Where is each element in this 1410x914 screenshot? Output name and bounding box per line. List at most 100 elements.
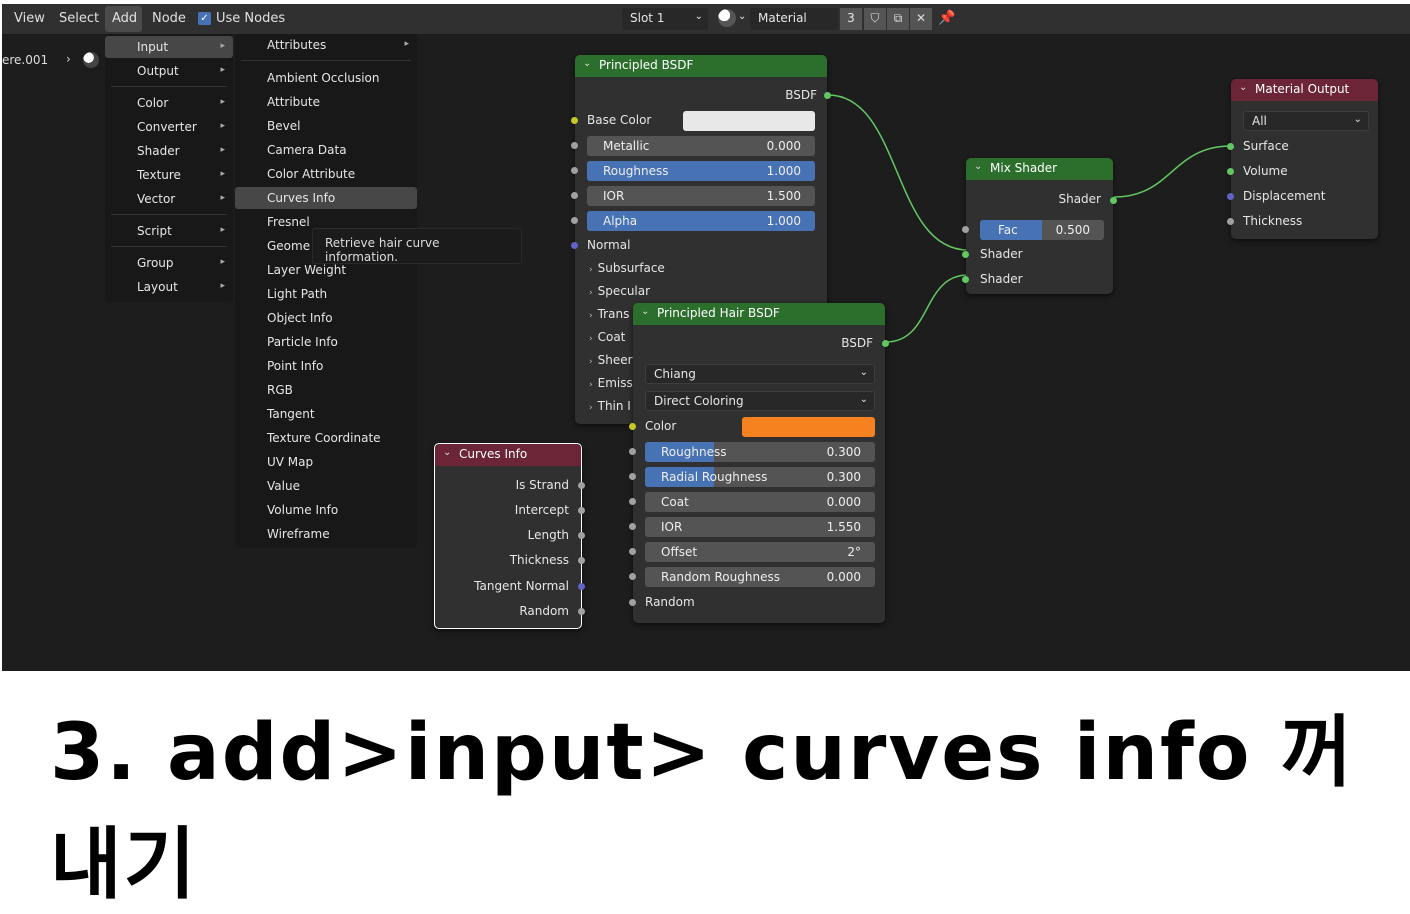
menu-item-particle-info[interactable]: Particle Info: [235, 331, 417, 353]
menu-item-object-info[interactable]: Object Info: [235, 307, 417, 329]
menu-item-label: Input: [137, 40, 169, 54]
menu-item-texture[interactable]: Texture ▸: [105, 164, 233, 186]
menu-item-camera-data[interactable]: Camera Data: [235, 139, 417, 161]
output-socket[interactable]: [578, 507, 585, 514]
collapse-icon[interactable]: ⌄: [974, 161, 982, 172]
menu-item-attributes[interactable]: Attributes ▸: [235, 34, 417, 56]
input-socket[interactable]: [1227, 218, 1234, 225]
coat-field[interactable]: Coat 0.000: [645, 492, 875, 512]
menu-item-vector[interactable]: Vector ▸: [105, 188, 233, 210]
node-header[interactable]: ⌄ Principled Hair BSDF: [633, 303, 885, 325]
target-dropdown[interactable]: All ⌄: [1243, 111, 1369, 131]
panel-thin-film[interactable]: › Thin I: [589, 399, 631, 413]
collapse-icon[interactable]: ⌄: [583, 58, 591, 69]
parametrization-dropdown[interactable]: Direct Coloring ⌄: [645, 391, 875, 411]
output-socket[interactable]: [1110, 197, 1117, 204]
principled-hair-bsdf-node[interactable]: ⌄ Principled Hair BSDF BSDF Chiang ⌄ Dir…: [629, 303, 889, 623]
menu-item-color-attribute[interactable]: Color Attribute: [235, 163, 417, 185]
output-socket[interactable]: [578, 532, 585, 539]
output-thickness-label: Thickness: [509, 553, 569, 567]
output-socket[interactable]: [824, 92, 831, 99]
menu-item-output[interactable]: Output ▸: [105, 60, 233, 82]
menu-item-group[interactable]: Group ▸: [105, 252, 233, 274]
output-socket[interactable]: [882, 340, 889, 347]
node-editor[interactable]: View Select Add Node ✓ Use Nodes Slot 1 …: [2, 4, 1410, 671]
menu-item-wireframe[interactable]: Wireframe: [235, 523, 417, 545]
output-socket[interactable]: [578, 482, 585, 489]
panel-coat[interactable]: › Coat: [589, 330, 625, 344]
menu-item-tangent[interactable]: Tangent: [235, 403, 417, 425]
ior-field[interactable]: IOR 1.500: [587, 186, 815, 206]
input-socket[interactable]: [962, 251, 969, 258]
collapse-icon[interactable]: ⌄: [1239, 82, 1247, 93]
menu-item-light-path[interactable]: Light Path: [235, 283, 417, 305]
menu-item-input[interactable]: Input ▸: [105, 36, 233, 58]
input-socket[interactable]: [962, 276, 969, 283]
hair-color-swatch[interactable]: [742, 417, 875, 437]
menu-item-color[interactable]: Color ▸: [105, 92, 233, 114]
menu-item-texture-coordinate[interactable]: Texture Coordinate: [235, 427, 417, 449]
input-socket[interactable]: [629, 599, 636, 606]
panel-sheen[interactable]: › Sheer: [589, 353, 633, 367]
model-dropdown[interactable]: Chiang ⌄: [645, 364, 875, 384]
menu-item-volume-info[interactable]: Volume Info: [235, 499, 417, 521]
node-header[interactable]: ⌄ Curves Info: [435, 444, 581, 466]
input-socket[interactable]: [571, 167, 578, 174]
ior-field[interactable]: IOR 1.550: [645, 517, 875, 537]
menu-item-point-info[interactable]: Point Info: [235, 355, 417, 377]
menu-item-script[interactable]: Script ▸: [105, 220, 233, 242]
input-socket[interactable]: [1227, 193, 1234, 200]
menu-item-curves-info[interactable]: Curves Info: [235, 187, 417, 209]
menu-item-layout[interactable]: Layout ▸: [105, 276, 233, 298]
menu-item-rgb[interactable]: RGB: [235, 379, 417, 401]
input-socket[interactable]: [629, 498, 636, 505]
input-socket[interactable]: [1227, 143, 1234, 150]
input-socket[interactable]: [571, 242, 578, 249]
menu-item-uv-map[interactable]: UV Map: [235, 451, 417, 473]
node-header[interactable]: ⌄ Principled BSDF: [575, 55, 827, 77]
menu-item-converter[interactable]: Converter ▸: [105, 116, 233, 138]
output-socket[interactable]: [578, 583, 585, 590]
output-socket[interactable]: [578, 608, 585, 615]
input-socket[interactable]: [571, 117, 578, 124]
panel-specular[interactable]: › Specular: [589, 284, 650, 298]
input-socket[interactable]: [629, 473, 636, 480]
metallic-field[interactable]: Metallic 0.000: [587, 136, 815, 156]
panel-subsurface[interactable]: › Subsurface: [589, 261, 665, 275]
menu-item-attribute[interactable]: Attribute: [235, 91, 417, 113]
input-socket[interactable]: [629, 523, 636, 530]
collapse-icon[interactable]: ⌄: [641, 306, 649, 317]
random-roughness-field[interactable]: Random Roughness 0.000: [645, 567, 875, 587]
input-socket[interactable]: [571, 192, 578, 199]
panel-transmission[interactable]: › Trans: [589, 307, 629, 321]
output-socket[interactable]: [578, 557, 585, 564]
alpha-field[interactable]: Alpha 1.000: [587, 211, 815, 231]
input-socket[interactable]: [1227, 168, 1234, 175]
material-output-node[interactable]: ⌄ Material Output All ⌄ Surface Volume D…: [1227, 79, 1378, 239]
curves-info-node[interactable]: ⌄ Curves Info Is Strand Intercept Length…: [434, 443, 585, 629]
input-socket[interactable]: [629, 423, 636, 430]
node-header[interactable]: ⌄ Mix Shader: [966, 158, 1113, 180]
base-color-swatch[interactable]: [683, 111, 815, 131]
color-label: Color: [645, 419, 677, 433]
menu-item-label: Attribute: [267, 95, 320, 109]
input-socket[interactable]: [962, 226, 969, 233]
menu-item-value[interactable]: Value: [235, 475, 417, 497]
panel-emission[interactable]: › Emiss: [589, 376, 633, 390]
input-socket[interactable]: [571, 217, 578, 224]
fac-field[interactable]: Fac 0.500: [980, 220, 1104, 240]
input-socket[interactable]: [629, 548, 636, 555]
input-socket[interactable]: [571, 142, 578, 149]
roughness-field[interactable]: Roughness 0.300: [645, 442, 875, 462]
collapse-icon[interactable]: ⌄: [443, 447, 451, 458]
menu-item-shader[interactable]: Shader ▸: [105, 140, 233, 162]
menu-item-ambient-occlusion[interactable]: Ambient Occlusion: [235, 67, 417, 89]
input-socket[interactable]: [629, 448, 636, 455]
menu-item-bevel[interactable]: Bevel: [235, 115, 417, 137]
roughness-field[interactable]: Roughness 1.000: [587, 161, 815, 181]
offset-field[interactable]: Offset 2°: [645, 542, 875, 562]
node-header[interactable]: ⌄ Material Output: [1231, 79, 1378, 101]
input-socket[interactable]: [629, 573, 636, 580]
radial-roughness-field[interactable]: Radial Roughness 0.300: [645, 467, 875, 487]
mix-shader-node[interactable]: ⌄ Mix Shader Shader Fac 0.500 Shader Sha…: [962, 158, 1117, 294]
